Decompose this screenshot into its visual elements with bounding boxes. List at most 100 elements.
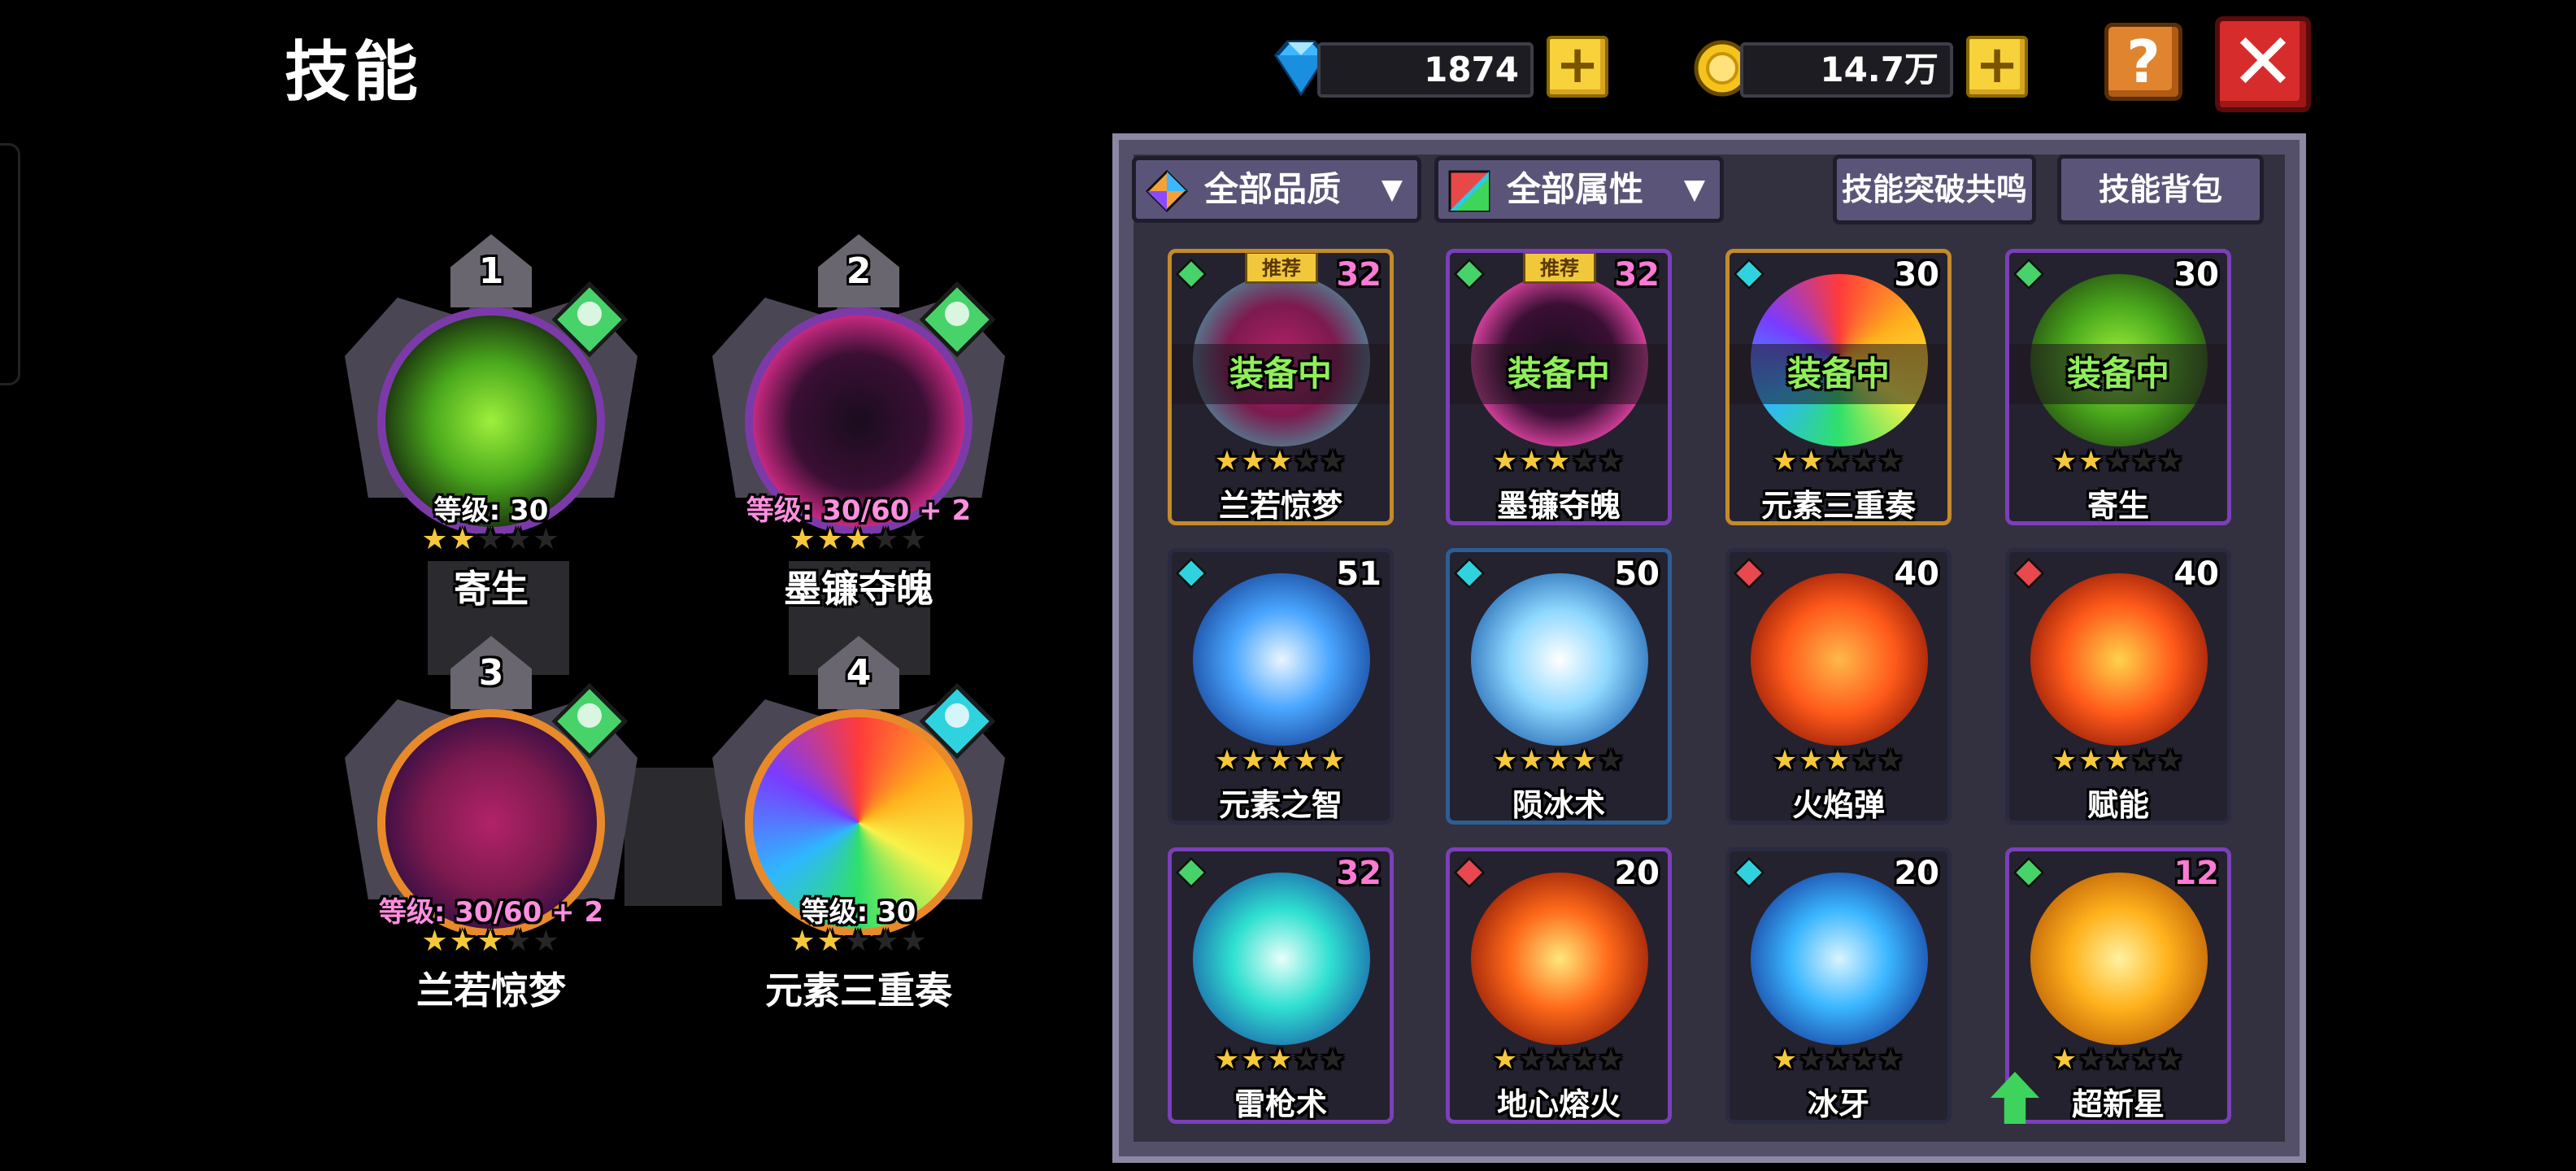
supernova-skill-art <box>2030 873 2208 1045</box>
slot-stars: ★★★★★ <box>421 523 561 556</box>
skill-stars: ★★★★★ <box>1492 744 1625 777</box>
skill-card-fireball[interactable]: 40 ★★★★★ 火焰弹 <box>1725 548 1952 825</box>
skill-fragment-count: 20 <box>1614 855 1660 892</box>
skill-name: 火焰弹 <box>1791 787 1885 823</box>
skill-name: 陨冰术 <box>1512 787 1605 823</box>
skill-card-ink-scythe[interactable]: 32 推荐 装备中 ★★★★★ 墨镰夺魄 <box>1446 249 1672 525</box>
skill-card-lanruo-dream[interactable]: 32 推荐装备中 ★★★★★ 兰若惊梦 <box>1168 249 1394 525</box>
equipped-label: 装备中 <box>1730 344 1947 404</box>
diamond-amount: 1874 <box>1424 50 1519 89</box>
skill-card-element-wisdom[interactable]: 51 ★★★★★ 元素之智 <box>1168 548 1394 825</box>
slot-number: 4 <box>846 652 872 694</box>
skill-fragment-count: 32 <box>1336 855 1382 892</box>
skill-card-ice-fang[interactable]: 20 ★★★★★ 冰牙 <box>1725 847 1952 1124</box>
thunder-spear-skill-art <box>1193 873 1370 1045</box>
skill-card-element-trio[interactable]: 30 装备中 ★★★★★ 元素三重奏 <box>1725 249 1952 525</box>
recommended-badge: 推荐 <box>1245 253 1318 284</box>
skill-fragment-count: 32 <box>1336 256 1382 294</box>
gold-currency: 14.7万 + <box>1691 36 2028 98</box>
breakthrough-resonance-button[interactable]: 技能突破共鸣 <box>1833 155 2036 224</box>
attribute-filter-label: 全部属性 <box>1507 169 1644 209</box>
element-wisdom-skill-art <box>1193 573 1370 746</box>
red-quality-gem-icon <box>1733 557 1765 590</box>
equipped-slot-3[interactable]: 3 等级: 30/60 + 2 ★★★★★ 兰若惊梦 <box>333 636 649 1012</box>
green-quality-gem-icon <box>1175 856 1208 889</box>
add-diamond-button[interactable]: + <box>1547 36 1608 98</box>
equipped-label: 装备中 <box>1450 344 1668 404</box>
equipped-slot-4[interactable]: 4 等级: 30 ★★★★★ 元素三重奏 <box>701 636 1016 1012</box>
equipped-slot-2[interactable]: 2 等级: 30/60 + 2 ★★★★★ 墨镰夺魄 <box>701 234 1016 611</box>
slot-level: 等级: 30/60 + 2 <box>378 896 604 929</box>
attribute-filter-dropdown[interactable]: 全部属性 ▼ <box>1434 156 1724 223</box>
cyan-quality-gem-icon <box>1733 856 1765 889</box>
skill-stars: ★★★★★ <box>1214 445 1347 477</box>
skill-bag-button[interactable]: 技能背包 <box>2057 155 2264 224</box>
skill-stars: ★★★★★ <box>1772 1043 1905 1076</box>
skill-fragment-count: 40 <box>2174 555 2219 593</box>
attribute-color-icon <box>1448 170 1490 212</box>
skill-name: 地心熔火 <box>1496 1086 1621 1122</box>
slot-stars: ★★★★★ <box>421 925 561 958</box>
slot-level: 等级: 30/60 + 2 <box>746 494 972 527</box>
skill-card-core-magma[interactable]: 20 ★★★★★ 地心熔火 <box>1446 847 1672 1124</box>
cyan-quality-gem-icon <box>1733 258 1765 290</box>
green-quality-gem-icon <box>1175 258 1208 290</box>
equipped-slot-1[interactable]: 1 等级: 30 ★★★★★ 寄生 <box>333 234 649 611</box>
quality-gem-icon <box>1146 170 1188 212</box>
skill-card-meteor-ice[interactable]: 50 ★★★★★ 陨冰术 <box>1446 548 1672 825</box>
skill-card-parasite[interactable]: 30 装备中 ★★★★★ 寄生 <box>2005 249 2231 525</box>
skill-name: 元素之智 <box>1218 787 1342 823</box>
skill-stars: ★★★★★ <box>1492 445 1625 477</box>
quality-filter-dropdown[interactable]: 全部品质 ▼ <box>1132 156 1421 223</box>
skill-fragment-count: 20 <box>1894 855 1939 892</box>
quality-filter-label: 全部品质 <box>1204 169 1342 209</box>
skill-stars: ★★★★★ <box>2052 744 2185 777</box>
chevron-down-icon: ▼ <box>1381 173 1403 206</box>
slot-skill-name: 兰若惊梦 <box>416 969 566 1012</box>
slot-number: 2 <box>846 250 872 292</box>
skill-fragment-count: 40 <box>1894 555 1939 593</box>
skill-name: 元素三重奏 <box>1760 488 1916 524</box>
skill-fragment-count: 12 <box>2174 855 2219 892</box>
cyan-quality-gem-icon <box>1175 557 1208 590</box>
skill-name: 冰牙 <box>1807 1086 1869 1122</box>
skill-fragment-count: 51 <box>1336 555 1382 593</box>
skill-stars: ★★★★★ <box>1214 1043 1347 1076</box>
skill-grid: 32 推荐装备中 ★★★★★ 兰若惊梦 32 推荐装备中 ★★★★★ 墨镰夺魄 30 装备中 ★★★… <box>1168 249 2249 1127</box>
green-quality-gem-icon <box>1453 258 1486 290</box>
slot-level: 等级: 30 <box>433 494 549 527</box>
skill-name: 雷枪术 <box>1234 1086 1327 1122</box>
skill-fragment-count: 30 <box>1894 256 1939 294</box>
slot-skill-name: 元素三重奏 <box>765 969 952 1012</box>
fireball-skill-art <box>1751 573 1928 746</box>
slot-level: 等级: 30 <box>801 896 916 929</box>
add-gold-button[interactable]: + <box>1966 36 2028 98</box>
skill-card-empower[interactable]: 40 ★★★★★ 赋能 <box>2005 548 2231 825</box>
skill-stars: ★★★★★ <box>2052 1043 2185 1076</box>
skill-card-thunder-spear[interactable]: 32 ★★★★★ 雷枪术 <box>1168 847 1394 1124</box>
skill-stars: ★★★★★ <box>1214 744 1347 777</box>
ice-fang-skill-art <box>1751 873 1928 1045</box>
diamond-currency: 1874 + <box>1268 36 1608 98</box>
green-quality-gem-icon <box>2012 258 2045 290</box>
cyan-quality-gem-icon <box>1453 557 1486 590</box>
equipped-label: 装备中 <box>2009 344 2227 404</box>
equipped-label: 装备中 <box>1172 344 1390 404</box>
skill-card-supernova[interactable]: 12 ★★★★★ 超新星 <box>2005 847 2231 1124</box>
gold-amount: 14.7万 <box>1820 50 1939 89</box>
skill-name: 兰若惊梦 <box>1218 488 1342 524</box>
skill-name: 墨镰夺魄 <box>1496 488 1621 524</box>
help-button[interactable]: ? <box>2104 23 2182 101</box>
recommended-badge: 推荐 <box>1523 253 1596 284</box>
skill-stars: ★★★★★ <box>1772 744 1905 777</box>
skill-name: 超新星 <box>2071 1086 2165 1122</box>
empower-skill-art <box>2030 573 2208 746</box>
chevron-down-icon: ▼ <box>1683 173 1705 206</box>
skill-stars: ★★★★★ <box>2052 445 2185 477</box>
close-button[interactable]: ✕ <box>2215 16 2311 112</box>
red-quality-gem-icon <box>2012 557 2045 590</box>
skill-fragment-count: 30 <box>2174 256 2219 294</box>
slot-stars: ★★★★★ <box>789 925 929 958</box>
core-magma-skill-art <box>1471 873 1648 1045</box>
side-drawer-tab[interactable] <box>0 143 20 385</box>
